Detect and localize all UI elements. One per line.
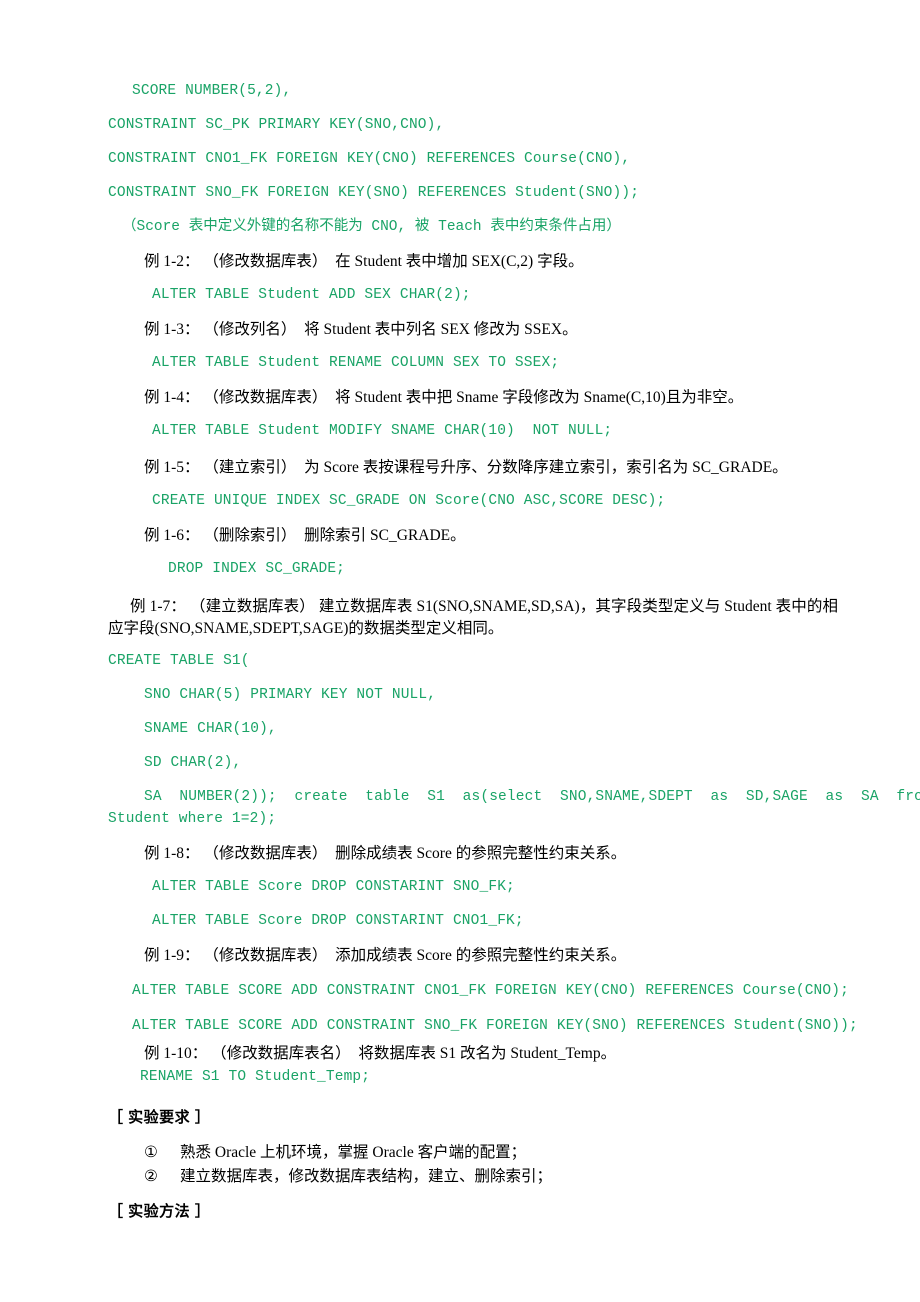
sql-line-1-7-create: CREATE TABLE S1( (108, 653, 250, 669)
sql-line-1-7-sa: SA NUMBER(2)); create table S1 as(select… (144, 789, 920, 805)
sql-line-1-9-sno-fk: ALTER TABLE SCORE ADD CONSTRAINT SNO_FK … (132, 1018, 858, 1034)
example-1-2-text: 例 1-2： （修改数据库表） 在 Student 表中增加 SEX(C,2) … (144, 253, 584, 270)
requirement-1-label: 熟悉 Oracle 上机环境，掌握 Oracle 客户端的配置； (180, 1144, 527, 1161)
sql-line-1-2: ALTER TABLE Student ADD SEX CHAR(2); (152, 287, 471, 303)
sql-line-1-10: RENAME S1 TO Student_Temp; (140, 1069, 371, 1085)
sql-line-1-5: CREATE UNIQUE INDEX SC_GRADE ON Score(CN… (152, 493, 666, 509)
requirement-item-2: ② 建立数据库表，修改数据库表结构，建立、删除索引； (108, 1164, 874, 1186)
sql-line-constraint-sno-fk: CONSTRAINT SNO_FK FOREIGN KEY(SNO) REFER… (108, 185, 640, 201)
sql-line-constraint-cno1-fk: CONSTRAINT CNO1_FK FOREIGN KEY(CNO) REFE… (108, 151, 631, 167)
sql-line-score-number: SCORE NUMBER(5,2), (132, 83, 292, 99)
sql-line-1-7-sno: SNO CHAR(5) PRIMARY KEY NOT NULL, (144, 687, 437, 703)
example-1-6-text: 例 1-6： （删除索引） 删除索引 SC_GRADE。 (144, 527, 466, 544)
example-1-3-text: 例 1-3： （修改列名） 将 Student 表中列名 SEX 修改为 SSE… (144, 321, 578, 338)
example-1-7-text: 例 1-7： （建立数据库表） 建立数据库表 S1(SNO,SNAME,SD,S… (108, 598, 838, 637)
heading-lab-requirements: ［ 实验要求 ］ (108, 1109, 211, 1126)
sql-line-constraint-pk: CONSTRAINT SC_PK PRIMARY KEY(SNO,CNO), (108, 117, 445, 133)
note-score-foreign-key: （Score 表中定义外键的名称不能为 CNO, 被 Teach 表中约束条件占… (122, 219, 621, 235)
requirement-2-label: 建立数据库表，修改数据库表结构，建立、删除索引； (180, 1168, 553, 1185)
example-1-8-text: 例 1-8： （修改数据库表） 删除成绩表 Score 的参照完整性约束关系。 (144, 845, 627, 862)
document-page: SCORE NUMBER(5,2), CONSTRAINT SC_PK PRIM… (0, 0, 920, 1302)
example-1-10-text: 例 1-10： （修改数据库表名） 将数据库表 S1 改名为 Student_T… (144, 1045, 617, 1062)
sql-line-1-6: DROP INDEX SC_GRADE; (168, 561, 346, 577)
sql-line-1-9-cno1-fk: ALTER TABLE SCORE ADD CONSTRAINT CNO1_FK… (132, 983, 849, 999)
requirement-1-number: ① (144, 1144, 158, 1161)
requirement-2-number: ② (144, 1168, 158, 1185)
requirement-item-1: ① 熟悉 Oracle 上机环境，掌握 Oracle 客户端的配置； (108, 1140, 874, 1162)
sql-line-1-7-student-where: Student where 1=2); (108, 811, 277, 827)
sql-line-1-7-sname: SNAME CHAR(10), (144, 721, 277, 737)
example-1-5-text: 例 1-5： （建立索引） 为 Score 表按课程号升序、分数降序建立索引，索… (144, 459, 788, 476)
sql-line-1-7-sd: SD CHAR(2), (144, 755, 242, 771)
sql-line-1-8-cno1-fk: ALTER TABLE Score DROP CONSTARINT CNO1_F… (152, 913, 524, 929)
example-1-9-text: 例 1-9： （修改数据库表） 添加成绩表 Score 的参照完整性约束关系。 (144, 947, 627, 964)
sql-line-1-8-sno-fk: ALTER TABLE Score DROP CONSTARINT SNO_FK… (152, 879, 515, 895)
sql-line-1-4: ALTER TABLE Student MODIFY SNAME CHAR(10… (152, 423, 613, 439)
sql-line-1-3: ALTER TABLE Student RENAME COLUMN SEX TO… (152, 355, 560, 371)
heading-lab-method: ［ 实验方法 ］ (108, 1203, 211, 1220)
example-1-4-text: 例 1-4： （修改数据库表） 将 Student 表中把 Sname 字段修改… (144, 389, 744, 406)
